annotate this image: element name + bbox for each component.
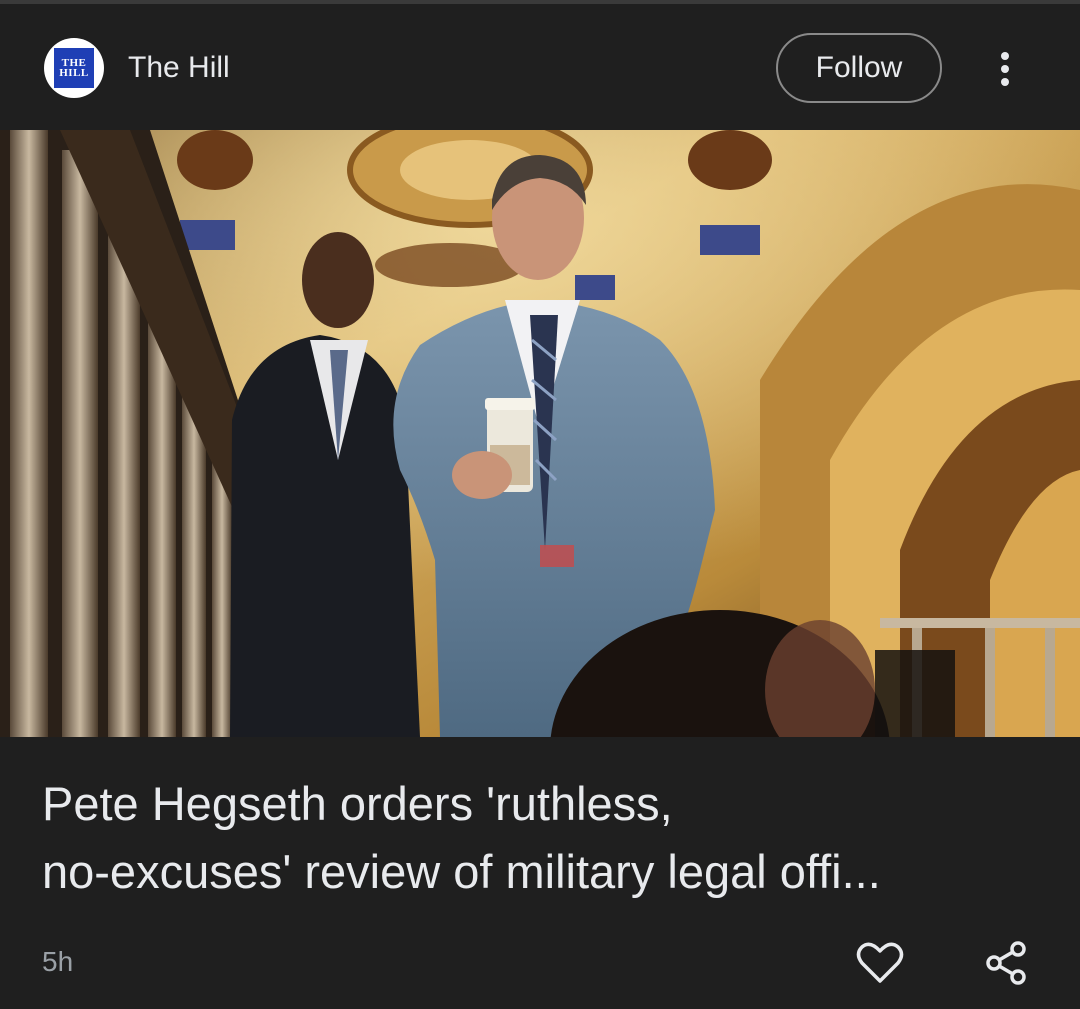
share-icon-glyph xyxy=(986,941,1026,985)
logo-text-line2: HILL xyxy=(59,67,89,79)
news-card[interactable]: THE HILL The Hill Follow Pete Hegseth or… xyxy=(0,0,1080,1009)
article-headline[interactable]: Pete Hegseth orders 'ruthless, no-excuse… xyxy=(42,770,1052,906)
publish-time: 5h xyxy=(42,946,74,977)
card-header: THE HILL The Hill Follow xyxy=(0,4,1080,130)
source-name[interactable]: The Hill xyxy=(128,48,230,88)
more-dot xyxy=(1001,78,1009,86)
headline-line-2: no-excuses' review of military legal off… xyxy=(42,845,881,898)
share-icon[interactable] xyxy=(984,940,1028,986)
headline-line-1: Pete Hegseth orders 'ruthless, xyxy=(42,777,673,830)
more-dot xyxy=(1001,52,1009,60)
source-logo[interactable]: THE HILL xyxy=(44,38,104,98)
article-hero-image[interactable] xyxy=(0,130,1080,737)
more-dot xyxy=(1001,65,1009,73)
heart-icon[interactable] xyxy=(856,940,904,986)
hero-photo xyxy=(0,130,1080,737)
the-hill-logo-mark: THE HILL xyxy=(54,48,94,88)
heart-icon-glyph xyxy=(856,942,904,983)
follow-button[interactable]: Follow xyxy=(776,33,942,103)
more-vert-icon[interactable] xyxy=(985,44,1025,94)
